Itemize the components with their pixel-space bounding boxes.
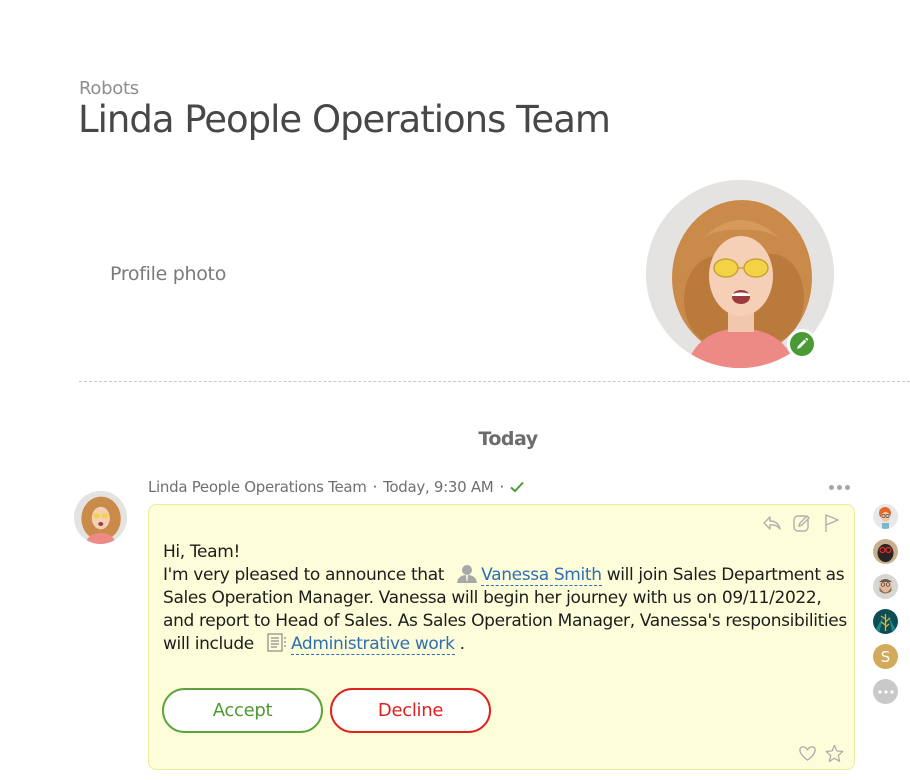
participant-bearded-man-image xyxy=(873,574,898,599)
document-icon xyxy=(267,633,286,652)
participant-tropical-leaf-image xyxy=(873,609,898,634)
message-footer-actions xyxy=(798,744,844,763)
date-separator: Today xyxy=(478,428,538,450)
message-text: Hi, Team! I'm very pleased to announce t… xyxy=(163,541,853,656)
participant-avatar[interactable] xyxy=(873,504,898,529)
heart-icon[interactable] xyxy=(798,744,817,763)
message-bubble: Hi, Team! I'm very pleased to announce t… xyxy=(148,504,855,770)
participant-avatar[interactable] xyxy=(873,539,898,564)
participant-letter-avatar[interactable]: S xyxy=(873,644,898,669)
message-actions xyxy=(762,513,842,533)
profile-photo-label: Profile photo xyxy=(110,263,227,285)
pencil-icon xyxy=(797,337,809,349)
star-icon[interactable] xyxy=(825,744,844,763)
sender-avatar-image xyxy=(74,491,127,544)
user-icon xyxy=(457,565,478,583)
dot xyxy=(845,484,850,490)
message-header: Linda People Operations Team · Today, 9:… xyxy=(148,478,524,496)
participants-list: S xyxy=(873,504,898,704)
document-link[interactable]: Administrative work xyxy=(290,634,455,655)
reply-icon[interactable] xyxy=(762,513,782,533)
more-participants-button[interactable] xyxy=(873,679,898,704)
section-divider xyxy=(79,381,910,382)
flag-icon[interactable] xyxy=(822,513,842,533)
page-title: Linda People Operations Team xyxy=(78,98,611,141)
participant-cartoon-redhead-image xyxy=(873,504,898,529)
greeting: Hi, Team! xyxy=(163,542,240,562)
participant-pug-image xyxy=(873,539,898,564)
text-end: . xyxy=(459,634,465,654)
text-before-mention: I'm very pleased to announce that xyxy=(163,565,445,585)
message-more-button[interactable] xyxy=(829,481,853,493)
participant-avatar[interactable] xyxy=(873,609,898,634)
edit-icon[interactable] xyxy=(792,513,812,533)
separator-dot: · xyxy=(372,478,378,496)
sender-name[interactable]: Linda People Operations Team xyxy=(148,478,367,496)
dot xyxy=(829,484,834,490)
sender-avatar[interactable] xyxy=(74,491,127,544)
separator-dot: · xyxy=(499,478,504,496)
participant-avatar[interactable] xyxy=(873,574,898,599)
accept-button[interactable]: Accept xyxy=(162,688,323,733)
user-mention-link[interactable]: Vanessa Smith xyxy=(481,565,602,586)
breadcrumb[interactable]: Robots xyxy=(79,78,139,99)
dot xyxy=(837,484,842,490)
check-icon xyxy=(510,481,524,493)
message-time: Today, 9:30 AM xyxy=(383,478,494,496)
decline-button[interactable]: Decline xyxy=(330,688,491,733)
edit-photo-button[interactable] xyxy=(787,329,817,359)
ellipsis-icon xyxy=(877,689,894,694)
